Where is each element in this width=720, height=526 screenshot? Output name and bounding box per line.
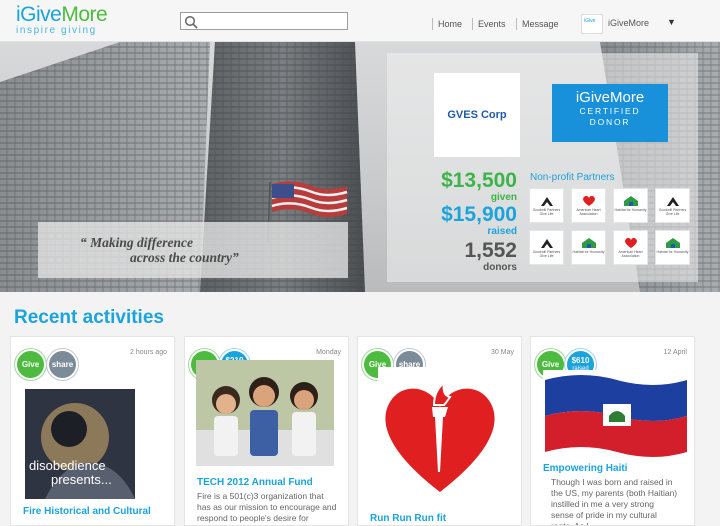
nav-home[interactable]: Home — [432, 18, 462, 30]
goodwill-icon — [666, 197, 679, 206]
habitat-icon — [623, 196, 638, 206]
corporate-logo-card[interactable]: GVES Corp — [434, 73, 520, 157]
activity-image[interactable]: disobedience presents... — [25, 389, 135, 499]
haiti-flag-icon — [545, 375, 687, 457]
stat-given: $13,500 given — [441, 169, 517, 204]
heart-icon — [582, 195, 595, 206]
partner-name: Habitat for Humanity — [614, 208, 647, 212]
partners-label: Non-profit Partners — [530, 172, 615, 183]
search-input[interactable] — [180, 12, 348, 30]
heart-torch-icon — [385, 380, 495, 492]
hero-banner: “ Making difference across the country” … — [0, 42, 720, 292]
share-button[interactable]: share — [49, 351, 76, 378]
activity-time: 30 May — [491, 349, 514, 356]
partner-name: Goodwill Partners Give Life — [532, 208, 561, 216]
nav-message[interactable]: Message — [516, 18, 559, 30]
partner-name: Habitat for Humanity — [572, 250, 605, 254]
partner-name: American Heart Association — [618, 250, 643, 258]
nav-events[interactable]: Events — [472, 18, 506, 30]
user-name[interactable]: iGiveMore — [608, 18, 649, 28]
partner-name: Habitat for Humanity — [656, 250, 689, 254]
quote-box: “ Making difference across the country” — [38, 222, 348, 278]
corp-name: GVES Corp — [447, 109, 507, 121]
partner-logo-goodwill[interactable]: Goodwill Partners Give Life — [529, 230, 564, 265]
activity-card[interactable]: Give $610 raised 12 April Empowering Hait… — [530, 336, 695, 526]
activity-image[interactable] — [378, 367, 503, 497]
certified-donor-badge: iGiveMore CERTIFIED DONOR — [552, 84, 668, 142]
logo-tagline: inspire giving — [16, 25, 97, 36]
section-title: Recent activities — [14, 307, 164, 328]
logo[interactable]: iGiveMore inspire giving — [16, 3, 108, 37]
search-icon — [184, 15, 198, 29]
partner-name: Goodwill Partners Give Life — [658, 208, 687, 216]
activity-title[interactable]: Fire Historical and Cultural — [23, 506, 151, 517]
activity-title[interactable]: Empowering Haiti — [543, 463, 627, 474]
give-button[interactable]: Give — [17, 351, 44, 378]
chevron-down-icon[interactable]: ▼ — [667, 17, 676, 27]
stat-raised: $15,900 raised — [441, 203, 517, 238]
habitat-icon — [581, 238, 596, 248]
students-photo-icon — [196, 360, 334, 466]
goodwill-icon — [540, 197, 553, 206]
activity-time: Monday — [316, 349, 341, 356]
avatar[interactable]: iGive — [581, 14, 603, 34]
hero-quote: “ Making difference across the country” — [80, 235, 239, 265]
partner-logo-goodwill[interactable]: Goodwill Partners Give Life — [529, 188, 564, 223]
partner-logo-goodwill[interactable]: Goodwill Partners Give Life — [655, 188, 690, 223]
activity-image[interactable] — [196, 360, 334, 466]
logo-wordmark: iGiveMore — [16, 3, 108, 26]
partner-logo-heart[interactable]: American Heart Association — [571, 188, 606, 223]
activity-card[interactable]: Give share 2 hours ago disobedience pres… — [10, 336, 175, 526]
activity-card[interactable]: Give $210raised Monday TECH 2012 Annual … — [184, 336, 349, 526]
activity-time: 2 hours ago — [130, 349, 167, 356]
activity-image[interactable] — [543, 370, 689, 460]
top-navbar: iGiveMore inspire giving Home Events Mes… — [0, 0, 720, 42]
partner-logo-habitat[interactable]: Habitat for Humanity — [571, 230, 606, 265]
activity-time: 12 April — [663, 349, 687, 356]
activity-description: Fire is a 501(c)3 organization that has … — [197, 491, 337, 523]
partner-name: Goodwill Partners Give Life — [532, 250, 561, 258]
stat-donors: 1,552 donors — [464, 239, 517, 274]
habitat-icon — [665, 238, 680, 248]
goodwill-icon — [540, 239, 553, 248]
partner-name: American Heart Association — [576, 208, 601, 216]
avatar-logo-icon: iGive — [584, 18, 596, 24]
partner-logo-habitat[interactable]: Habitat for Humanity — [613, 188, 648, 223]
heart-icon — [624, 237, 637, 248]
activity-title[interactable]: TECH 2012 Annual Fund — [197, 477, 313, 488]
partner-logo-heart[interactable]: American Heart Association — [613, 230, 648, 265]
partner-logo-habitat[interactable]: Habitat for Humanity — [655, 230, 690, 265]
svg-text:iGive: iGive — [584, 18, 596, 24]
activity-card[interactable]: Give share 30 May Run Run Run fit — [357, 336, 522, 526]
